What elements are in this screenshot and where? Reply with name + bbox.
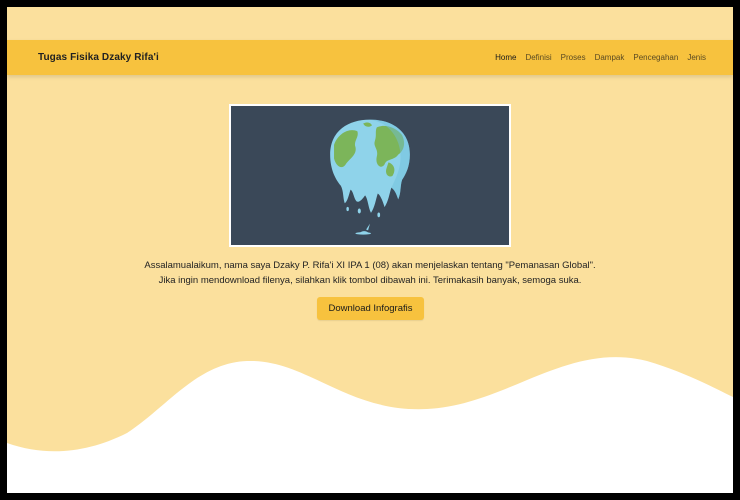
nav-links: Home Definisi Proses Dampak Pencegahan J… <box>495 53 706 62</box>
navbar-brand[interactable]: Tugas Fisika Dzaky Rifa'i <box>38 52 159 63</box>
intro-line-2: Jika ingin mendownload filenya, silahkan… <box>158 275 582 286</box>
navbar: Tugas Fisika Dzaky Rifa'i Home Definisi … <box>7 40 733 75</box>
nav-link-jenis[interactable]: Jenis <box>687 53 706 62</box>
nav-link-home[interactable]: Home <box>495 53 516 62</box>
nav-link-definisi[interactable]: Definisi <box>525 53 551 62</box>
wave-decoration <box>7 357 733 493</box>
page: Tugas Fisika Dzaky Rifa'i Home Definisi … <box>7 7 733 493</box>
nav-link-proses[interactable]: Proses <box>561 53 586 62</box>
intro-text: Assalamualaikum, nama saya Dzaky P. Rifa… <box>7 258 733 288</box>
nav-link-dampak[interactable]: Dampak <box>595 53 625 62</box>
melting-earth-image <box>229 104 511 247</box>
intro-line-1: Assalamualaikum, nama saya Dzaky P. Rifa… <box>144 260 596 271</box>
nav-link-pencegahan[interactable]: Pencegahan <box>633 53 678 62</box>
melting-earth-icon <box>330 119 410 235</box>
download-infografis-button[interactable]: Download Infografis <box>317 297 424 320</box>
